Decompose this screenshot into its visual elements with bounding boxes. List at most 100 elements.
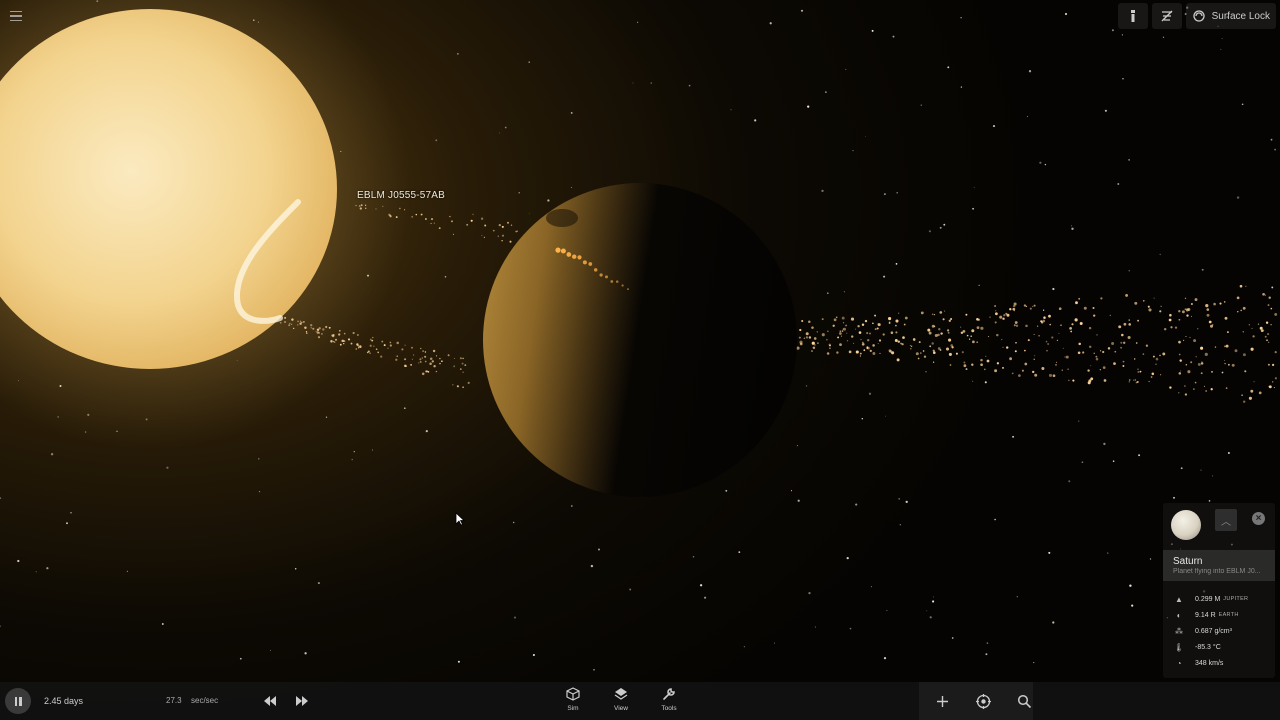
ring-particle bbox=[980, 326, 984, 330]
background-star bbox=[1221, 37, 1223, 39]
fast-forward-icon[interactable] bbox=[293, 694, 311, 708]
background-star bbox=[1271, 286, 1274, 289]
ring-particle bbox=[1014, 321, 1018, 324]
debris-particle bbox=[615, 280, 619, 283]
ring-particle bbox=[1206, 313, 1210, 317]
menu-button[interactable] bbox=[6, 6, 26, 26]
expand-panel-button[interactable]: ︿ bbox=[1215, 509, 1237, 531]
ring-particle bbox=[872, 322, 874, 325]
menu-icon-bar bbox=[10, 19, 22, 22]
nav-tools[interactable]: Tools bbox=[649, 687, 689, 712]
background-star bbox=[892, 35, 895, 38]
ring-particle bbox=[325, 325, 328, 329]
background-star bbox=[1270, 138, 1273, 141]
ring-particle bbox=[828, 343, 831, 346]
ring-particle bbox=[846, 332, 848, 334]
ring-particle bbox=[890, 331, 894, 334]
ring-particle bbox=[845, 324, 847, 327]
object-label[interactable]: EBLM J0555-57AB bbox=[357, 190, 445, 201]
focus-object-button[interactable] bbox=[973, 691, 993, 711]
ring-particle bbox=[939, 311, 943, 314]
ring-particle bbox=[1148, 308, 1152, 312]
ring-particle bbox=[449, 215, 451, 218]
ring-particle bbox=[1046, 350, 1048, 352]
ring-particle bbox=[1077, 351, 1081, 355]
ring-particle bbox=[796, 346, 800, 350]
ring-particle bbox=[316, 331, 319, 334]
ring-particle bbox=[317, 336, 321, 339]
filter-toggle-button[interactable] bbox=[1151, 3, 1182, 29]
ring-particle bbox=[405, 365, 408, 367]
ring-particle bbox=[435, 370, 438, 373]
ring-particle bbox=[1206, 308, 1210, 311]
close-panel-button[interactable]: × bbox=[1252, 512, 1265, 525]
rewind-icon[interactable] bbox=[261, 694, 279, 708]
search-button[interactable] bbox=[1014, 691, 1034, 711]
surface-lock-button[interactable]: Surface Lock bbox=[1185, 3, 1276, 29]
nav-sim[interactable]: Sim bbox=[553, 687, 593, 712]
ring-particle bbox=[874, 328, 877, 331]
ring-particle bbox=[1006, 346, 1009, 349]
ring-particle bbox=[882, 333, 885, 336]
ring-particle bbox=[1109, 314, 1111, 317]
object-stats: ▲ 0.299 M JUPITER ◐ 9.14 R EARTH ⁂ 0.687… bbox=[1173, 591, 1248, 671]
stat-value: -85.3 °C bbox=[1195, 643, 1221, 651]
ring-particle bbox=[1049, 323, 1052, 326]
ring-particle bbox=[1264, 294, 1266, 296]
ring-particle bbox=[1214, 346, 1217, 348]
background-star bbox=[1027, 115, 1028, 117]
ring-particle bbox=[433, 365, 436, 368]
ring-particle bbox=[960, 326, 962, 328]
ring-particle bbox=[833, 318, 837, 322]
ring-particle bbox=[879, 352, 881, 354]
space-viewport[interactable] bbox=[0, 0, 1280, 720]
ring-particle bbox=[509, 240, 512, 243]
ring-particle bbox=[467, 381, 470, 384]
object-thumbnail[interactable] bbox=[1171, 510, 1201, 540]
ring-particle bbox=[950, 344, 954, 347]
pause-button[interactable] bbox=[5, 688, 31, 714]
ring-particle bbox=[976, 318, 979, 321]
flashlight-button[interactable] bbox=[1117, 3, 1148, 29]
ring-particle bbox=[453, 357, 456, 359]
add-object-button[interactable] bbox=[932, 691, 952, 711]
background-star bbox=[126, 570, 129, 573]
ring-particle bbox=[1162, 352, 1166, 356]
ring-particle bbox=[1155, 357, 1159, 361]
ring-particle bbox=[1169, 313, 1172, 317]
ring-particle bbox=[1139, 370, 1142, 373]
ring-particle bbox=[439, 357, 441, 360]
object-name-box: Saturn Planet flying into EBLM J0... bbox=[1163, 550, 1275, 581]
ring-particle bbox=[1264, 335, 1267, 338]
ring-particle bbox=[506, 221, 510, 224]
ring-particle bbox=[459, 368, 462, 370]
background-star bbox=[351, 458, 353, 461]
ring-particle bbox=[1270, 324, 1272, 326]
ring-particle bbox=[866, 338, 870, 342]
background-star bbox=[899, 524, 901, 526]
ring-particle bbox=[1137, 319, 1139, 322]
background-star bbox=[444, 276, 447, 278]
ring-particle bbox=[816, 342, 819, 345]
ring-particle bbox=[1184, 385, 1186, 387]
background-star bbox=[1162, 36, 1165, 38]
background-star bbox=[1103, 442, 1106, 446]
ring-particle bbox=[433, 222, 435, 224]
ring-particle bbox=[980, 358, 983, 362]
background-star bbox=[1111, 29, 1114, 32]
background-star bbox=[50, 453, 54, 456]
ring-particle bbox=[1040, 320, 1043, 323]
ring-particle bbox=[404, 358, 407, 361]
ring-particle bbox=[1021, 369, 1024, 372]
ring-particle bbox=[1212, 324, 1214, 326]
background-star bbox=[1112, 460, 1115, 463]
nav-view[interactable]: View bbox=[601, 687, 641, 712]
ring-particle bbox=[1169, 386, 1172, 389]
ring-particle bbox=[1047, 343, 1049, 345]
background-star bbox=[1104, 109, 1107, 112]
ring-particle bbox=[1009, 357, 1012, 361]
ring-particle bbox=[1036, 325, 1039, 327]
ring-particle bbox=[435, 355, 438, 357]
ring-particle bbox=[910, 347, 912, 350]
time-rate-value[interactable]: 27.3 bbox=[166, 696, 182, 705]
